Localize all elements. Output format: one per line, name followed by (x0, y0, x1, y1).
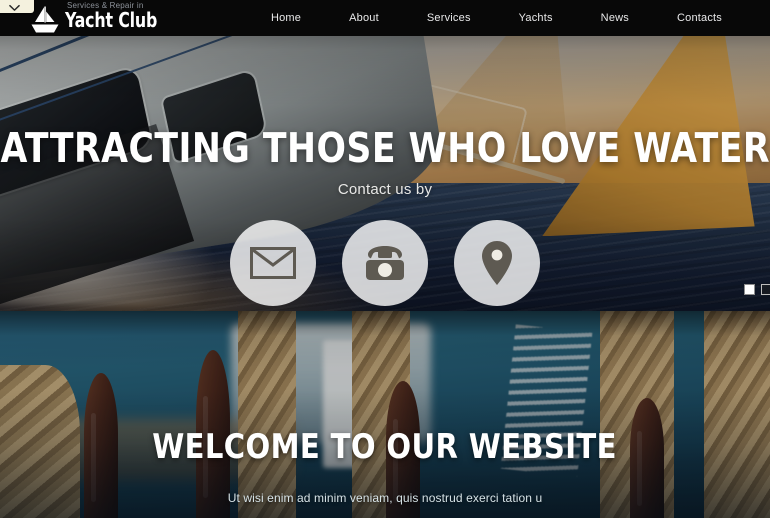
nav-item-services[interactable]: Services (403, 0, 495, 36)
phone-icon (361, 244, 409, 282)
hero-carousel-indicators (744, 284, 770, 295)
envelope-icon (250, 247, 296, 279)
chevron-down-icon (8, 4, 20, 12)
welcome-content: WELCOME TO OUR WEBSITE Ut wisi enim ad m… (0, 311, 770, 518)
site-header: Services & Repair in Yacht Club Home Abo… (0, 0, 770, 36)
welcome-title: WELCOME TO OUR WEBSITE (152, 427, 618, 467)
carousel-indicator-2[interactable] (761, 284, 770, 295)
nav-item-yachts[interactable]: Yachts (495, 0, 577, 36)
hero-slider: ATTRACTING THOSE WHO LOVE WATER Contact … (0, 0, 770, 311)
contact-phone-button[interactable] (342, 220, 428, 306)
browser-dropdown-overlay[interactable] (0, 0, 34, 13)
carousel-indicator-1[interactable] (744, 284, 755, 295)
welcome-section: WELCOME TO OUR WEBSITE Ut wisi enim ad m… (0, 311, 770, 518)
brand-name: Yacht Club (65, 7, 158, 32)
welcome-text: Ut wisi enim ad minim veniam, quis nostr… (227, 491, 543, 505)
contact-location-button[interactable] (454, 220, 540, 306)
contact-email-button[interactable] (230, 220, 316, 306)
hero-subtitle: Contact us by (337, 181, 433, 198)
map-pin-icon (480, 240, 514, 286)
nav-item-contacts[interactable]: Contacts (653, 0, 746, 36)
brand-text: Services & Repair in Yacht Club (65, 1, 170, 32)
nav-item-news[interactable]: News (577, 0, 653, 36)
hero-contact-buttons (230, 220, 540, 306)
hero-content: ATTRACTING THOSE WHO LOVE WATER Contact … (0, 0, 770, 311)
nav-item-about[interactable]: About (325, 0, 403, 36)
hero-title: ATTRACTING THOSE WHO LOVE WATER (0, 124, 770, 172)
page-root: ATTRACTING THOSE WHO LOVE WATER Contact … (0, 0, 770, 518)
main-navigation: Home About Services Yachts News Contacts (247, 0, 770, 36)
nav-item-home[interactable]: Home (247, 0, 325, 36)
